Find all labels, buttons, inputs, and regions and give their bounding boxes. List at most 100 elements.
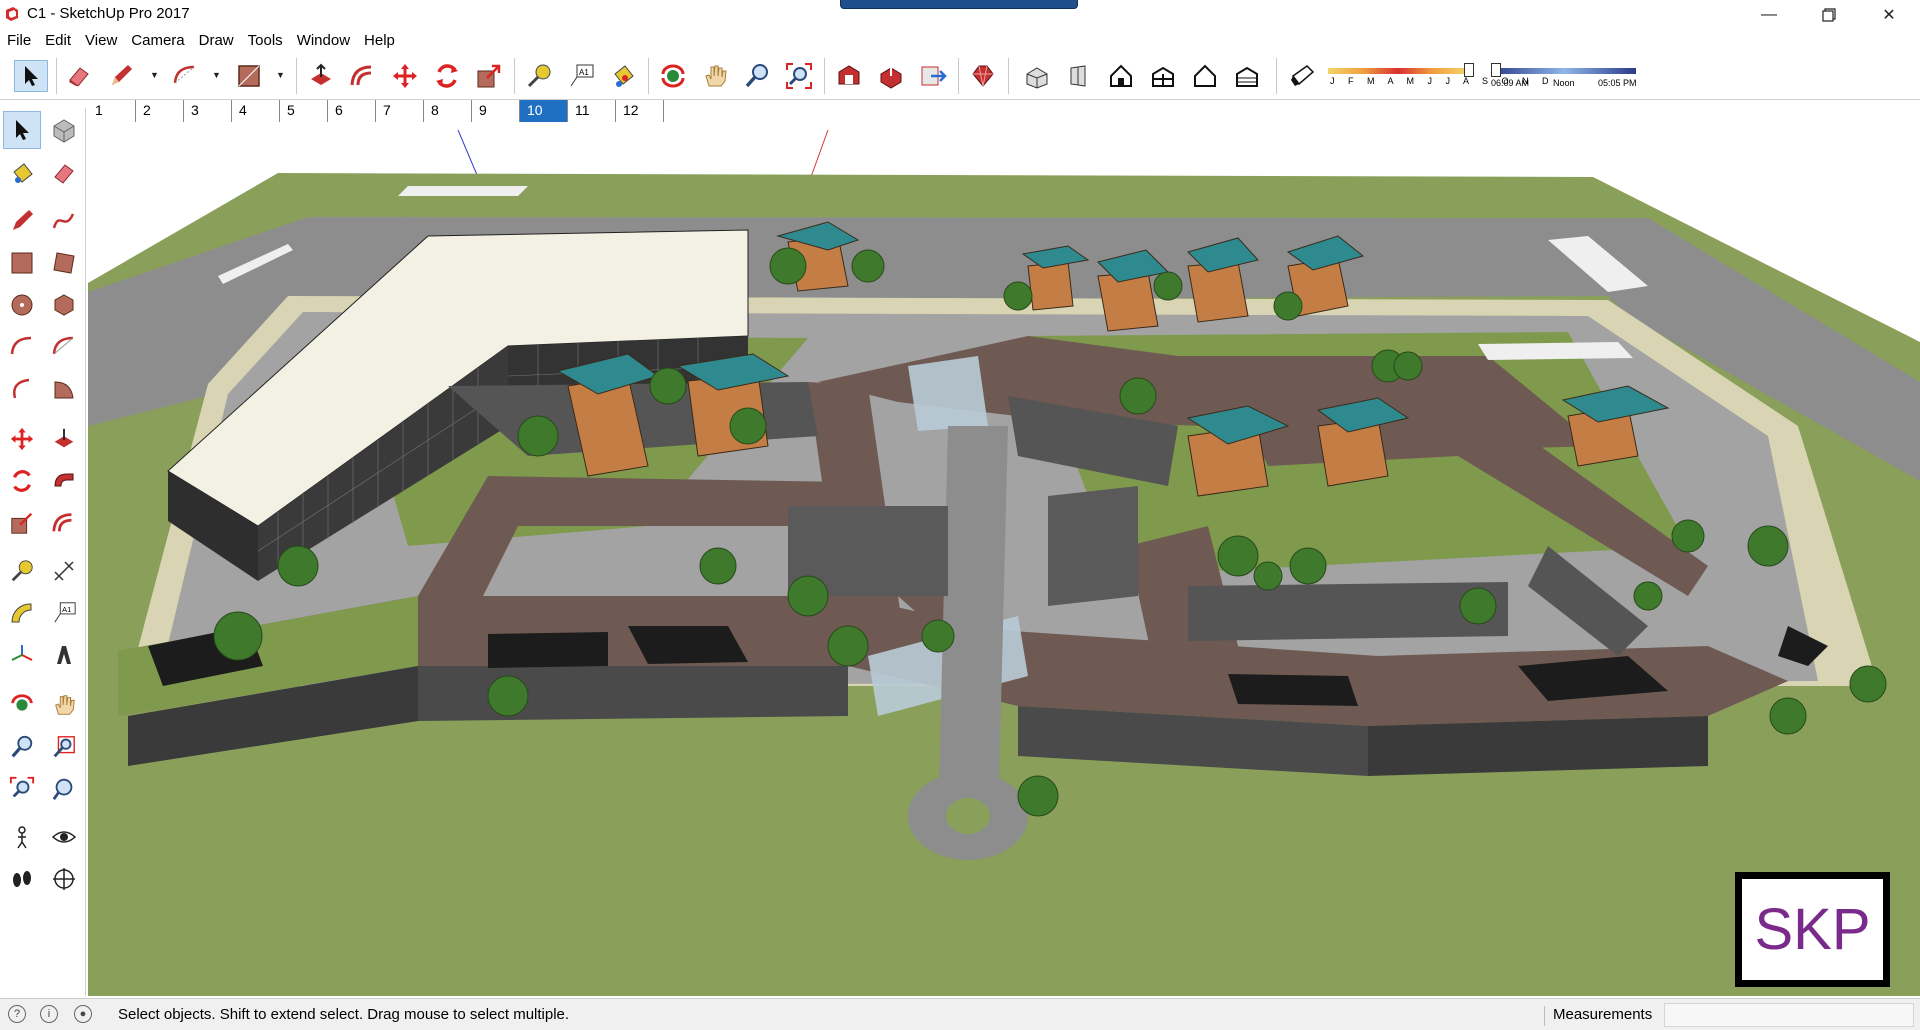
- large-tool-set: A1: [0, 108, 86, 996]
- pencil-icon[interactable]: [104, 60, 138, 92]
- user-icon[interactable]: ●: [74, 1005, 92, 1023]
- credits-icon[interactable]: i: [40, 1005, 58, 1023]
- zoom-icon[interactable]: [740, 60, 774, 92]
- move-icon[interactable]: [388, 60, 422, 92]
- skp-logo-text: SKP: [1754, 897, 1871, 962]
- line-icon[interactable]: [3, 202, 41, 240]
- share-model-icon[interactable]: [874, 60, 908, 92]
- walk-icon[interactable]: [3, 860, 41, 898]
- scene-tab-7[interactable]: 7: [376, 100, 424, 122]
- axes-icon[interactable]: [3, 636, 41, 674]
- select-icon[interactable]: [14, 60, 48, 92]
- polygon-icon[interactable]: [45, 286, 83, 324]
- zoom-icon[interactable]: [3, 728, 41, 766]
- menu-help[interactable]: Help: [357, 30, 402, 52]
- skp-logo: SKP: [1735, 872, 1890, 987]
- scene-tab-3[interactable]: 3: [184, 100, 232, 122]
- three-point-arc-icon[interactable]: [3, 370, 41, 408]
- orbit-icon[interactable]: [656, 60, 690, 92]
- menu-draw[interactable]: Draw: [192, 30, 241, 52]
- maximize-icon[interactable]: [1806, 0, 1852, 30]
- menu-edit[interactable]: Edit: [38, 30, 78, 52]
- scene-tab-4[interactable]: 4: [232, 100, 280, 122]
- 3d-text-icon[interactable]: [45, 636, 83, 674]
- freehand-icon[interactable]: [45, 202, 83, 240]
- svg-text:A1: A1: [579, 68, 589, 77]
- rectangle-icon[interactable]: [232, 60, 266, 92]
- paint-bucket-icon[interactable]: [606, 60, 640, 92]
- follow-me-icon[interactable]: [45, 462, 83, 500]
- move-icon[interactable]: [3, 420, 41, 458]
- pan-icon[interactable]: [698, 60, 732, 92]
- measurements-input[interactable]: [1664, 1003, 1914, 1027]
- left-view-icon[interactable]: [1230, 60, 1264, 92]
- orbit-icon[interactable]: [3, 686, 41, 724]
- text-icon[interactable]: A1: [45, 594, 83, 632]
- arc-icon[interactable]: [3, 328, 41, 366]
- push-pull-icon[interactable]: [304, 60, 338, 92]
- scene-tab-1[interactable]: 1: [88, 100, 136, 122]
- send-to-layout-icon[interactable]: [916, 60, 950, 92]
- tape-measure-icon[interactable]: [3, 552, 41, 590]
- scene-tab-9[interactable]: 9: [472, 100, 520, 122]
- close-icon[interactable]: ✕: [1866, 0, 1912, 30]
- position-camera-icon[interactable]: [3, 818, 41, 856]
- tape-measure-icon[interactable]: [522, 60, 556, 92]
- status-bar: ? i ● Select objects. Shift to extend se…: [0, 998, 1920, 1030]
- geolocation-icon[interactable]: ?: [8, 1005, 26, 1023]
- offset-icon[interactable]: [346, 60, 380, 92]
- scene-tabs: 1 2 3 4 5 6 7 8 9 10 11 12: [88, 100, 1920, 126]
- top-view-icon[interactable]: [1062, 60, 1096, 92]
- right-view-icon[interactable]: [1146, 60, 1180, 92]
- scene-tab-10[interactable]: 10: [520, 100, 568, 122]
- look-around-icon[interactable]: [45, 818, 83, 856]
- eraser-icon[interactable]: [45, 154, 83, 192]
- section-plane-icon[interactable]: [45, 860, 83, 898]
- eraser-icon[interactable]: [62, 60, 96, 92]
- offset-icon[interactable]: [45, 504, 83, 542]
- scene-tab-6[interactable]: 6: [328, 100, 376, 122]
- text-icon[interactable]: A1: [564, 60, 598, 92]
- zoom-window-icon[interactable]: [45, 728, 83, 766]
- warehouse-icon[interactable]: [832, 60, 866, 92]
- make-component-icon[interactable]: [45, 111, 83, 149]
- scene-tab-12[interactable]: 12: [616, 100, 664, 122]
- rotate-icon[interactable]: [430, 60, 464, 92]
- rectangle-icon[interactable]: [3, 244, 41, 282]
- menu-tools[interactable]: Tools: [241, 30, 290, 52]
- front-view-icon[interactable]: [1104, 60, 1138, 92]
- shadow-time-end: 05:05 PM: [1598, 78, 1637, 88]
- back-view-icon[interactable]: [1188, 60, 1222, 92]
- minimize-icon[interactable]: —: [1746, 0, 1792, 30]
- extension-warehouse-icon[interactable]: [966, 60, 1000, 92]
- two-point-arc-icon[interactable]: [45, 328, 83, 366]
- scene-tab-2[interactable]: 2: [136, 100, 184, 122]
- scene-tab-11[interactable]: 11: [568, 100, 616, 122]
- scale-icon[interactable]: [472, 60, 506, 92]
- pie-icon[interactable]: [45, 370, 83, 408]
- scene-tab-8[interactable]: 8: [424, 100, 472, 122]
- model-viewport[interactable]: SKP: [88, 126, 1920, 996]
- shadow-time-slider[interactable]: [1491, 68, 1636, 74]
- protractor-icon[interactable]: [3, 594, 41, 632]
- menu-window[interactable]: Window: [290, 30, 357, 52]
- shadow-date-slider[interactable]: [1328, 68, 1468, 74]
- rotated-rectangle-icon[interactable]: [45, 244, 83, 282]
- zoom-extents-icon[interactable]: [782, 60, 816, 92]
- arc-icon[interactable]: [168, 60, 202, 92]
- rotate-icon[interactable]: [3, 462, 41, 500]
- menu-file[interactable]: File: [0, 30, 38, 52]
- previous-view-icon[interactable]: [45, 770, 83, 808]
- select-icon[interactable]: [3, 111, 41, 149]
- scene-tab-5[interactable]: 5: [280, 100, 328, 122]
- push-pull-icon[interactable]: [45, 420, 83, 458]
- menu-camera[interactable]: Camera: [124, 30, 191, 52]
- dimension-icon[interactable]: [45, 552, 83, 590]
- iso-view-icon[interactable]: [1020, 60, 1054, 92]
- scale-icon[interactable]: [3, 504, 41, 542]
- circle-icon[interactable]: [3, 286, 41, 324]
- menu-view[interactable]: View: [78, 30, 124, 52]
- zoom-extents-icon[interactable]: [3, 770, 41, 808]
- paint-bucket-icon[interactable]: [3, 154, 41, 192]
- pan-icon[interactable]: [45, 686, 83, 724]
